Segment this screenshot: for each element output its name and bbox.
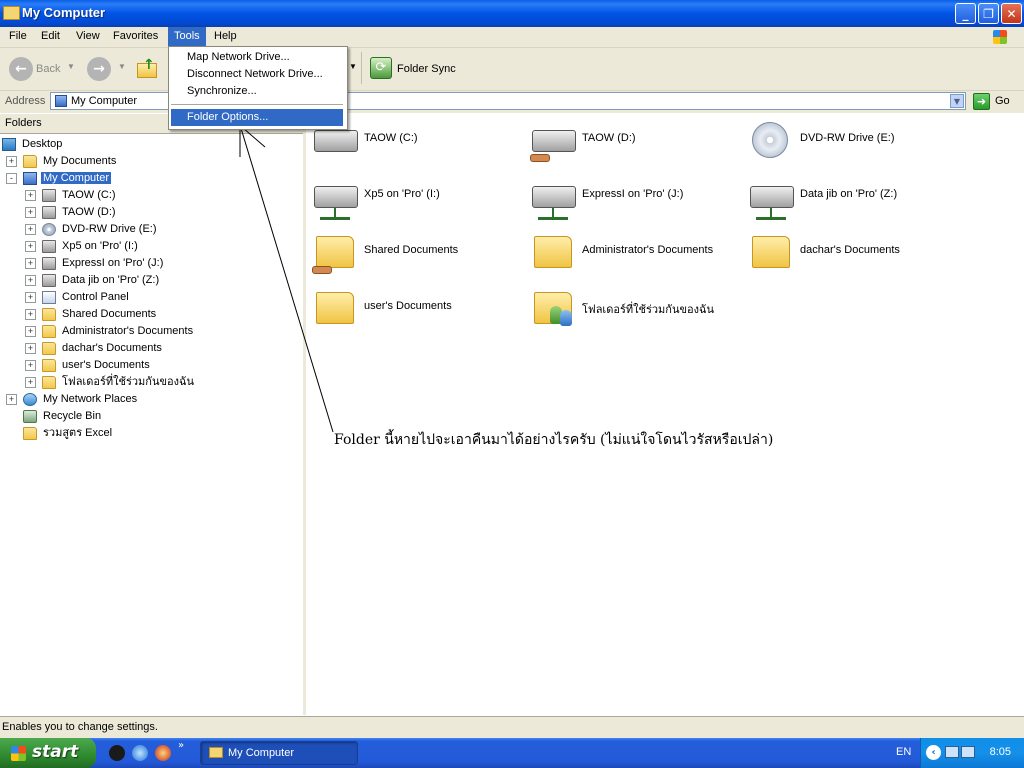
menu-item-map-network-drive[interactable]: Map Network Drive... <box>171 49 343 66</box>
windows-flag-icon <box>11 746 26 761</box>
taskbar: start » My Computer EN ‹ 8:05 <box>0 738 1024 768</box>
internet-explorer-icon[interactable] <box>132 745 148 761</box>
network-status-icon[interactable] <box>945 746 959 758</box>
clock[interactable]: 8:05 <box>990 746 1011 758</box>
start-button[interactable]: start <box>0 738 96 768</box>
status-text: Enables you to change settings. <box>2 721 158 733</box>
menu-item-folder-options[interactable]: Folder Options... <box>171 109 343 126</box>
menu-separator <box>171 104 343 105</box>
taskbar-item-label: My Computer <box>228 747 295 759</box>
tools-menu-dropdown: Map Network Drive... Disconnect Network … <box>168 46 348 130</box>
start-label: start <box>32 742 79 762</box>
taskbar-item-my-computer[interactable]: My Computer <box>200 741 358 765</box>
folder-icon <box>209 747 223 758</box>
menu-item-synchronize[interactable]: Synchronize... <box>171 83 343 100</box>
media-player-icon[interactable] <box>155 745 171 761</box>
status-bar: Enables you to change settings. <box>0 716 1024 739</box>
system-tray: ‹ 8:05 <box>920 738 1024 768</box>
network-connection-icon[interactable] <box>961 746 975 758</box>
tray-expand-icon[interactable]: ‹ <box>926 745 941 760</box>
quicklaunch-agent-icon[interactable] <box>109 745 125 761</box>
quicklaunch-overflow-icon[interactable]: » <box>178 740 184 751</box>
language-indicator[interactable]: EN <box>896 746 911 758</box>
menu-item-disconnect-network-drive[interactable]: Disconnect Network Drive... <box>171 66 343 83</box>
annotation-arrow <box>239 124 334 433</box>
annotation-text: Folder นี้หายไปจะเอาคืนมาได้อย่างไรครับ … <box>334 432 774 448</box>
